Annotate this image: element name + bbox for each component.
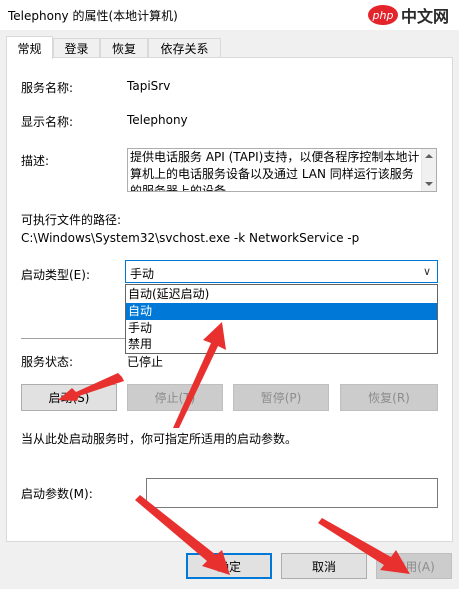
stop-service-button[interactable]: 停止(T) xyxy=(127,384,223,411)
cancel-button[interactable]: 取消 xyxy=(281,553,367,579)
description-scrollbar[interactable] xyxy=(421,149,436,191)
resume-service-button[interactable]: 恢复(R) xyxy=(340,384,438,411)
pause-service-button[interactable]: 暂停(P) xyxy=(233,384,329,411)
watermark: php 中文网 xyxy=(367,4,449,26)
startup-type-value: 手动 xyxy=(130,267,155,281)
service-status-label: 服务状态: xyxy=(21,355,74,369)
separator xyxy=(21,338,125,339)
start-params-label: 启动参数(M): xyxy=(21,487,93,501)
window-title: Telephony 的属性(本地计算机) xyxy=(8,9,178,23)
startup-option-disabled[interactable]: 禁用 xyxy=(126,336,437,353)
chevron-down-icon[interactable]: ∨ xyxy=(423,265,431,278)
service-status-value: 已停止 xyxy=(127,355,164,369)
description-label: 描述: xyxy=(21,154,50,168)
title-bar: Telephony 的属性(本地计算机) php 中文网 xyxy=(0,0,459,30)
startup-type-select[interactable]: 手动 ∨ xyxy=(125,260,438,283)
exe-path-label: 可执行文件的路径: xyxy=(21,213,122,227)
tab-logon[interactable]: 登录 xyxy=(53,38,100,58)
display-name-value: Telephony xyxy=(127,113,188,127)
startup-type-dropdown: 自动(延迟启动) 自动 手动 禁用 xyxy=(125,284,438,354)
scroll-up-icon[interactable] xyxy=(425,154,433,158)
tab-dependencies[interactable]: 依存关系 xyxy=(148,38,221,58)
description-text: 提供电话服务 API (TAPI)支持，以便各程序控制本地计算机上的电话服务设备… xyxy=(130,150,420,192)
exe-path-value: C:\Windows\System32\svchost.exe -k Netwo… xyxy=(21,231,360,245)
tab-general[interactable]: 常规 xyxy=(6,36,53,59)
watermark-text: 中文网 xyxy=(400,7,449,26)
startup-option-auto[interactable]: 自动 xyxy=(126,303,437,320)
start-service-button[interactable]: 启动(S) xyxy=(21,384,117,411)
start-params-input[interactable] xyxy=(146,478,438,508)
service-name-label: 服务名称: xyxy=(21,81,74,95)
scroll-down-icon[interactable] xyxy=(425,182,433,186)
startup-option-manual[interactable]: 手动 xyxy=(126,320,437,337)
ok-button[interactable]: 确定 xyxy=(186,553,272,579)
service-name-value: TapiSrv xyxy=(127,79,171,93)
tab-recovery[interactable]: 恢复 xyxy=(100,38,148,58)
display-name-label: 显示名称: xyxy=(21,115,74,129)
startup-option-auto-delayed[interactable]: 自动(延迟启动) xyxy=(126,286,437,303)
startup-type-label: 启动类型(E): xyxy=(21,268,90,282)
description-box[interactable]: 提供电话服务 API (TAPI)支持，以便各程序控制本地计算机上的电话服务设备… xyxy=(127,148,437,192)
apply-button[interactable]: 应用(A) xyxy=(376,553,452,579)
watermark-logo: php xyxy=(367,5,398,25)
start-params-hint: 当从此处启动服务时，你可指定所适用的启动参数。 xyxy=(21,432,298,446)
